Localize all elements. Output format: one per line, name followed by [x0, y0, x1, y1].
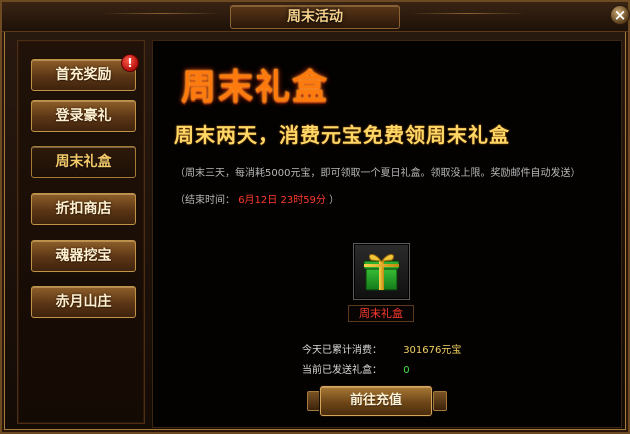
end-time: （结束时间： 6月12日 23时59分 ） [175, 191, 339, 206]
end-time-date: 6月12日 [238, 195, 278, 206]
title-ornament-left [102, 13, 222, 14]
sidebar-item-login-gift[interactable]: 登录豪礼 [31, 100, 136, 132]
sidebar-item-label: 赤月山庄 [55, 294, 112, 310]
close-icon: × [613, 6, 627, 24]
sent-value: 0 [403, 365, 410, 376]
sidebar-item-soul-dig[interactable]: 魂器挖宝 [31, 240, 136, 272]
end-time-prefix: （结束时间： [175, 195, 235, 206]
sidebar-item-label: 周末礼盒 [55, 154, 112, 170]
banner-title: 周末礼盒 [181, 68, 330, 108]
sidebar-item-label: 魂器挖宝 [55, 248, 112, 264]
gift-label: 周末礼盒 [348, 305, 414, 322]
title-plate: 周末活动 [230, 5, 400, 29]
sent-label: 当前已发送礼盒： [302, 365, 382, 376]
content-panel: 周末礼盒 周末两天，消费元宝免费领周末礼盒 （周末三天，每消耗5000元宝，即可… [152, 40, 622, 428]
gift-item-slot[interactable] [353, 243, 410, 300]
spent-label: 今天已累计消费： [302, 345, 382, 356]
button-ornament-right [433, 391, 447, 411]
event-description: （周末三天，每消耗5000元宝，即可领取一个夏日礼盒。领取没上限。奖励邮件自动发… [175, 168, 581, 179]
sidebar-item-discount-shop[interactable]: 折扣商店 [31, 193, 136, 225]
sidebar: 首充奖励 登录豪礼 周末礼盒 折扣商店 魂器挖宝 赤月山庄 [17, 40, 145, 424]
sidebar-item-label: 首充奖励 [55, 67, 112, 83]
window-title: 周末活动 [287, 9, 343, 25]
recharge-button[interactable]: 前往充值 [320, 386, 432, 416]
button-ornament-left [307, 391, 321, 411]
sidebar-item-weekend-giftbox[interactable]: 周末礼盒 [31, 146, 136, 178]
close-button[interactable]: × [610, 5, 630, 25]
sidebar-item-label: 折扣商店 [55, 201, 112, 217]
spent-stat: 今天已累计消费： 301676元宝 [302, 341, 461, 356]
gift-box-icon [363, 254, 400, 291]
notification-badge: ! [121, 54, 139, 72]
end-time-suffix: ） [329, 195, 340, 206]
event-window: 周末活动 × 首充奖励 登录豪礼 周末礼盒 折扣商店 魂器挖宝 赤月山庄 ! 周… [0, 0, 630, 434]
title-bar: 周末活动 [2, 2, 628, 32]
sent-stat: 当前已发送礼盒： 0 [302, 361, 410, 376]
spent-value: 301676元宝 [403, 345, 462, 356]
sidebar-item-red-moon-manor[interactable]: 赤月山庄 [31, 286, 136, 318]
event-subtitle: 周末两天，消费元宝免费领周末礼盒 [174, 123, 510, 147]
title-ornament-right [408, 13, 528, 14]
end-time-clock: 23时59分 [280, 195, 326, 206]
sidebar-item-label: 登录豪礼 [55, 108, 112, 124]
